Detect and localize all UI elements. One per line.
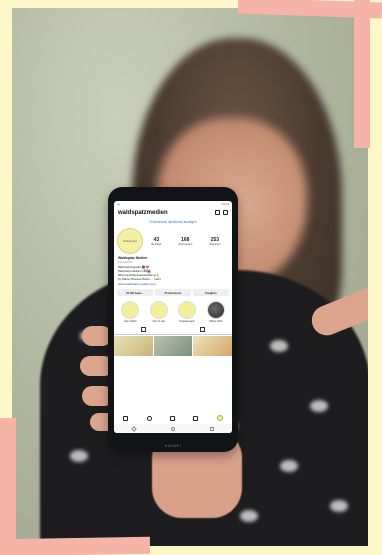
search-icon[interactable] (146, 415, 152, 421)
stat-posts[interactable]: 43 Beiträge (152, 237, 162, 246)
highlight-cover (121, 301, 140, 320)
frame-tape-left (0, 418, 16, 555)
tagged-tab-icon[interactable] (200, 327, 205, 333)
profile-bio: Waldspatz Medien Fotograf/in #Werbefotog… (114, 254, 232, 286)
home-button-icon[interactable] (170, 426, 175, 431)
stat-followers[interactable]: 168 Abonnenten (178, 237, 192, 246)
highlight-item[interactable]: Wer ist das (148, 301, 170, 323)
professional-dashboard-link[interactable]: Professional dashboard anzeigen (114, 220, 232, 224)
edit-profile-button[interactable]: Profil bear... (117, 289, 153, 297)
promotions-button[interactable]: Promotions (155, 289, 191, 297)
stat-following[interactable]: 253 Abonniert (209, 237, 220, 246)
back-icon[interactable] (130, 425, 137, 432)
story-highlights: Über Waldi Wer ist das Projektangeb. Off… (114, 296, 232, 323)
insights-button[interactable]: Insights (193, 289, 229, 297)
post-thumbnail[interactable] (153, 336, 193, 357)
phone-brand-logo: HUAWEI (164, 444, 182, 448)
add-post-icon[interactable] (215, 210, 220, 215)
shirt-pattern-dot (70, 450, 88, 462)
profile-icon[interactable] (216, 415, 223, 421)
home-icon[interactable] (123, 415, 129, 421)
stat-followers-label: Abonnenten (178, 242, 193, 246)
recents-icon[interactable] (210, 426, 215, 431)
highlight-label: Über Waldi (124, 320, 137, 324)
phone-screen: ••• 14:10 waldspatzmedien Professional d… (114, 201, 232, 433)
menu-icon[interactable] (223, 210, 228, 215)
status-bar: ••• 14:10 (114, 201, 232, 208)
highlight-cover (178, 301, 197, 320)
post-thumbnail[interactable] (193, 336, 232, 357)
status-time: 14:10 (221, 202, 229, 206)
highlight-item[interactable]: Offline 2022 (205, 301, 227, 323)
post-thumbnail[interactable] (114, 336, 153, 357)
reels-icon[interactable] (169, 415, 175, 421)
highlight-item[interactable]: Projektangeb. (176, 301, 198, 323)
profile-stats: 43 Beiträge 168 Abonnenten 253 Abonniert (143, 237, 229, 246)
shirt-pattern-dot (330, 500, 348, 512)
smartphone: ••• 14:10 waldspatzmedien Professional d… (108, 187, 238, 452)
stat-following-number: 253 (210, 236, 220, 243)
highlight-label: Offline 2022 (209, 320, 223, 324)
highlight-cover (149, 301, 168, 320)
stat-posts-label: Beiträge (151, 242, 162, 246)
grid-tab-icon[interactable] (141, 327, 146, 333)
highlight-cover (206, 301, 225, 320)
profile-tabs (114, 327, 232, 336)
profile-username[interactable]: waldspatzmedien (118, 210, 168, 216)
highlight-item[interactable]: Über Waldi (119, 301, 141, 323)
frame-tape-bottom (0, 536, 151, 555)
highlight-label: Wer ist das (152, 320, 165, 324)
shirt-pattern-dot (280, 460, 298, 472)
android-nav-bar (114, 424, 232, 433)
instagram-header: waldspatzmedien (114, 208, 232, 217)
avatar[interactable]: Waldspatz (117, 228, 143, 254)
shirt-pattern-dot (240, 510, 258, 522)
instagram-bottom-nav (114, 413, 232, 423)
profile-header: Waldspatz 43 Beiträge 168 Abonnenten 253… (117, 228, 229, 254)
status-left: ••• (117, 202, 121, 206)
shirt-pattern-dot (310, 400, 328, 412)
stat-following-label: Abonniert (209, 242, 221, 246)
shop-icon[interactable] (193, 415, 199, 421)
profile-actions: Profil bear... Promotions Insights (114, 286, 232, 297)
shirt-pattern-dot (270, 340, 288, 352)
avatar-logo-text: Waldspatz (123, 239, 137, 243)
post-grid (114, 336, 232, 357)
highlight-label: Projektangeb. (179, 320, 195, 324)
frame-tape-right (354, 0, 370, 148)
